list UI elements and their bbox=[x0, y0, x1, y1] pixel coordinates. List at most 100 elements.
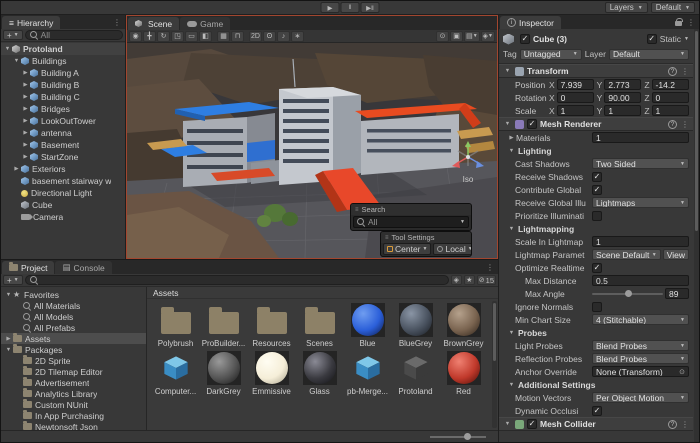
search-overlay-title[interactable]: ≡Search bbox=[351, 204, 471, 215]
asset-material[interactable]: DarkGrey bbox=[201, 350, 246, 396]
play-button[interactable]: ▶ bbox=[321, 2, 340, 13]
asset-mesh[interactable]: Computer... bbox=[153, 350, 198, 396]
panel-menu-icon[interactable]: ⋮ bbox=[109, 18, 125, 27]
tree-item-assets-root[interactable]: ▶Assets bbox=[1, 333, 146, 344]
scene-viewport[interactable]: Iso ≡Search All▼ ≡Tool Settings Center▼ bbox=[127, 43, 497, 258]
hierarchy-item[interactable]: ▶StartZone bbox=[1, 151, 125, 163]
asset-folder[interactable]: Polybrush bbox=[153, 302, 198, 348]
tree-item-package[interactable]: 2D Sprite bbox=[1, 355, 146, 366]
gizmos-dropdown[interactable]: ◈▼ bbox=[481, 31, 495, 42]
orientation-mode-dropdown[interactable]: Local▼ bbox=[433, 243, 472, 255]
tree-item-package[interactable]: Analytics Library bbox=[1, 388, 146, 399]
layer-dropdown[interactable]: Default▼ bbox=[609, 49, 689, 60]
max-angle-field[interactable]: 89 bbox=[665, 288, 689, 299]
static-checkbox[interactable]: ✓ bbox=[647, 34, 657, 44]
hierarchy-item[interactable]: ▶Exteriors bbox=[1, 163, 125, 175]
asset-material[interactable]: Blue bbox=[345, 302, 390, 348]
inspector-scrollbar[interactable] bbox=[694, 29, 699, 442]
project-search-input[interactable] bbox=[25, 275, 449, 285]
lock-icon[interactable] bbox=[675, 21, 682, 26]
scene-audio-icon[interactable]: ♪ bbox=[277, 31, 290, 42]
lightmap-parameters-dropdown[interactable]: Scene Default Par▼ bbox=[592, 249, 661, 260]
scale-in-lightmap-field[interactable]: 1 bbox=[592, 236, 689, 247]
rotate-tool-icon[interactable]: ↻ bbox=[157, 31, 170, 42]
projection-mode-label[interactable]: Iso bbox=[447, 175, 489, 184]
rotation-x-field[interactable]: 0 bbox=[557, 92, 594, 103]
pause-button[interactable]: ‖ bbox=[341, 2, 360, 13]
asset-grid-scrollbar[interactable] bbox=[492, 301, 497, 428]
hierarchy-item[interactable]: ▶antenna bbox=[1, 127, 125, 139]
grid-options-dropdown[interactable]: ▤▼ bbox=[464, 31, 480, 42]
view-button[interactable]: View bbox=[663, 249, 689, 260]
ignore-normals-checkbox[interactable] bbox=[592, 302, 602, 312]
scene-effects-icon[interactable]: ∗ bbox=[291, 31, 304, 42]
scrollbar-thumb[interactable] bbox=[695, 31, 698, 231]
add-asset-button[interactable]: +▼ bbox=[3, 275, 23, 285]
rotation-z-field[interactable]: 0 bbox=[652, 92, 689, 103]
component-menu-icon[interactable]: ⋮ bbox=[681, 120, 689, 129]
position-x-field[interactable]: 7.939 bbox=[557, 79, 594, 90]
anchor-override-object-field[interactable]: None (Transform)⊙ bbox=[592, 366, 689, 377]
help-icon[interactable]: ? bbox=[668, 420, 677, 429]
view-tool-icon[interactable]: ◉ bbox=[129, 31, 142, 42]
tab-inspector[interactable]: iInspector bbox=[500, 16, 561, 29]
tree-item-favorites[interactable]: ▼★Favorites bbox=[1, 289, 146, 300]
hierarchy-item[interactable]: ▶Bridges bbox=[1, 103, 125, 115]
move-tool-icon[interactable]: ╋ bbox=[143, 31, 156, 42]
rect-tool-icon[interactable]: ▭ bbox=[185, 31, 198, 42]
asset-material[interactable]: BrownGrey bbox=[441, 302, 486, 348]
foldout-closed-icon[interactable]: ▶ bbox=[12, 166, 21, 172]
hierarchy-item[interactable]: ▶Basement bbox=[1, 139, 125, 151]
search-by-type-icon[interactable]: ◈ bbox=[451, 275, 462, 285]
transform-tool-icon[interactable]: ◧ bbox=[199, 31, 212, 42]
prioritize-illumination-checkbox[interactable] bbox=[592, 211, 602, 221]
receive-gi-dropdown[interactable]: Lightmaps▼ bbox=[592, 197, 689, 208]
hierarchy-item[interactable]: ▶Building A bbox=[1, 67, 125, 79]
foldout-open-icon[interactable]: ▼ bbox=[503, 121, 512, 127]
tree-item-search[interactable]: All Prefabs bbox=[1, 322, 146, 333]
chevron-down-icon[interactable]: ▼ bbox=[684, 36, 689, 42]
foldout-closed-icon[interactable]: ▶ bbox=[507, 135, 516, 141]
scale-x-field[interactable]: 1 bbox=[557, 105, 594, 116]
slider-thumb[interactable] bbox=[464, 433, 471, 440]
tree-item-search[interactable]: All Models bbox=[1, 311, 146, 322]
foldout-open-icon[interactable]: ▼ bbox=[503, 421, 512, 427]
light-probes-dropdown[interactable]: Blend Probes▼ bbox=[592, 340, 689, 351]
orientation-gizmo[interactable]: Iso bbox=[447, 139, 489, 184]
receive-shadows-checkbox[interactable]: ✓ bbox=[592, 172, 602, 182]
slider-thumb[interactable] bbox=[625, 290, 632, 297]
max-distance-field[interactable]: 0.5 bbox=[592, 275, 689, 286]
hierarchy-item[interactable]: ▶Building B bbox=[1, 79, 125, 91]
thumbnail-size-slider[interactable] bbox=[430, 432, 486, 442]
help-icon[interactable]: ? bbox=[668, 120, 677, 129]
panel-menu-icon[interactable]: ⋮ bbox=[482, 263, 498, 272]
scene-lighting-icon[interactable]: ʘ bbox=[263, 31, 276, 42]
motion-vectors-dropdown[interactable]: Per Object Motion▼ bbox=[592, 392, 689, 403]
tree-item-package[interactable]: Advertisement bbox=[1, 377, 146, 388]
asset-material[interactable]: Red bbox=[441, 350, 486, 396]
component-enabled-checkbox[interactable]: ✓ bbox=[527, 419, 537, 429]
max-angle-slider[interactable] bbox=[592, 288, 663, 299]
foldout-closed-icon[interactable]: ▶ bbox=[21, 118, 30, 124]
breadcrumb[interactable]: Assets bbox=[147, 287, 498, 299]
asset-material[interactable]: Emmissive bbox=[249, 350, 294, 396]
hidden-packages-toggle[interactable]: ⊘15 bbox=[477, 275, 496, 285]
foldout-open-icon[interactable]: ▼ bbox=[4, 292, 13, 298]
foldout-closed-icon[interactable]: ▶ bbox=[4, 336, 13, 342]
drag-handle-icon[interactable]: ≡ bbox=[355, 207, 359, 213]
component-enabled-checkbox[interactable]: ✓ bbox=[527, 119, 537, 129]
rotation-y-field[interactable]: 90.00 bbox=[604, 92, 641, 103]
scene-visibility-icon[interactable]: ⊙ bbox=[436, 31, 449, 42]
asset-folder[interactable]: Scenes bbox=[297, 302, 342, 348]
hierarchy-item[interactable]: ▼Buildings bbox=[1, 55, 125, 67]
component-menu-icon[interactable]: ⋮ bbox=[681, 420, 689, 429]
foldout-open-icon[interactable]: ▼ bbox=[3, 46, 12, 52]
search-by-label-icon[interactable]: ★ bbox=[464, 275, 475, 285]
foldout-closed-icon[interactable]: ▶ bbox=[21, 82, 30, 88]
foldout-open-icon[interactable]: ▼ bbox=[12, 58, 21, 64]
grid-snap-icon[interactable]: ▦ bbox=[217, 31, 230, 42]
scene-camera-icon[interactable]: ▣ bbox=[450, 31, 463, 42]
transform-component-header[interactable]: ▼ Transform ?⋮ bbox=[499, 64, 693, 78]
tab-game[interactable]: Game bbox=[180, 17, 230, 30]
tag-dropdown[interactable]: Untagged▼ bbox=[520, 49, 582, 60]
